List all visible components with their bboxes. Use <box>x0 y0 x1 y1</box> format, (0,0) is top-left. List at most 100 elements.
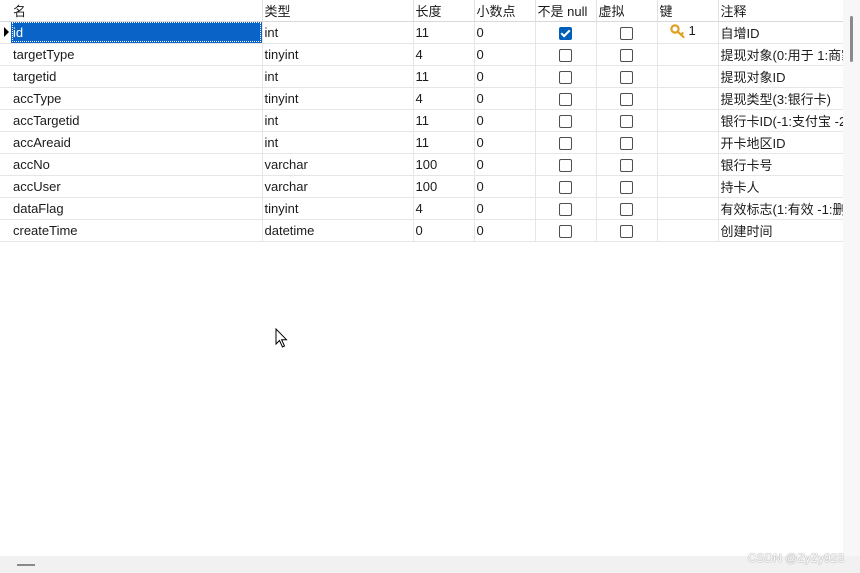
field-name-cell[interactable]: createTime <box>11 219 263 242</box>
field-decimals-cell[interactable]: 0 <box>474 219 536 242</box>
field-row[interactable]: accAreaid int 11 0 开卡地区ID <box>0 131 843 154</box>
row-indicator[interactable] <box>0 153 11 176</box>
field-decimals-cell[interactable]: 0 <box>474 197 536 220</box>
virtual-checkbox[interactable] <box>620 114 633 128</box>
field-length-cell[interactable]: 100 <box>413 175 475 198</box>
field-comment-cell[interactable]: 提现类型(3:银行卡) <box>718 87 843 110</box>
field-name-cell[interactable]: targetid <box>11 65 263 88</box>
field-type-cell[interactable]: varchar <box>262 153 414 176</box>
field-row[interactable]: targetid int 11 0 提现对象ID <box>0 65 843 88</box>
field-type-cell[interactable]: varchar <box>262 175 414 198</box>
field-name-cell[interactable]: id <box>11 21 263 44</box>
field-decimals-cell[interactable]: 0 <box>474 131 536 154</box>
field-name-cell[interactable]: dataFlag <box>11 197 263 220</box>
col-header-comment[interactable]: 注释 <box>718 0 843 22</box>
key-cell[interactable] <box>657 65 719 88</box>
not-null-cell[interactable] <box>535 131 597 154</box>
field-type-cell[interactable]: tinyint <box>262 87 414 110</box>
virtual-cell[interactable] <box>596 21 658 44</box>
field-comment-cell[interactable]: 持卡人 <box>718 175 843 198</box>
row-indicator[interactable] <box>0 65 11 88</box>
not-null-checkbox[interactable] <box>559 158 572 172</box>
field-comment-cell[interactable]: 创建时间 <box>718 219 843 242</box>
row-indicator[interactable] <box>0 219 11 242</box>
key-cell[interactable] <box>657 153 719 176</box>
field-row[interactable]: accType tinyint 4 0 提现类型(3:银行卡) <box>0 87 843 110</box>
field-name-cell[interactable]: targetType <box>11 43 263 66</box>
virtual-checkbox[interactable] <box>620 48 633 62</box>
virtual-checkbox[interactable] <box>620 224 633 238</box>
not-null-checkbox[interactable] <box>559 70 572 84</box>
not-null-checkbox[interactable] <box>559 224 572 238</box>
field-type-cell[interactable]: int <box>262 131 414 154</box>
virtual-cell[interactable] <box>596 87 658 110</box>
not-null-checkbox[interactable] <box>559 92 572 106</box>
key-cell[interactable]: 1 <box>657 21 719 44</box>
col-header-virtual[interactable]: 虚拟 <box>596 0 658 22</box>
col-header-not-null[interactable]: 不是 null <box>535 0 597 22</box>
col-header-type[interactable]: 类型 <box>262 0 414 22</box>
field-row[interactable]: createTime datetime 0 0 创建时间 <box>0 219 843 242</box>
field-decimals-cell[interactable]: 0 <box>474 175 536 198</box>
col-header-decimals[interactable]: 小数点 <box>474 0 536 22</box>
not-null-cell[interactable] <box>535 87 597 110</box>
key-cell[interactable] <box>657 87 719 110</box>
virtual-checkbox[interactable] <box>620 70 633 84</box>
field-comment-cell[interactable]: 银行卡号 <box>718 153 843 176</box>
row-indicator[interactable] <box>0 21 11 44</box>
field-row[interactable]: accNo varchar 100 0 银行卡号 <box>0 153 843 176</box>
field-decimals-cell[interactable]: 0 <box>474 87 536 110</box>
not-null-cell[interactable] <box>535 197 597 220</box>
field-type-cell[interactable]: tinyint <box>262 43 414 66</box>
field-row[interactable]: id int 11 0 1 自增ID <box>0 21 843 44</box>
vertical-scrollbar[interactable] <box>843 0 860 556</box>
field-length-cell[interactable]: 4 <box>413 87 475 110</box>
col-header-key[interactable]: 键 <box>657 0 719 22</box>
not-null-cell[interactable] <box>535 65 597 88</box>
virtual-cell[interactable] <box>596 175 658 198</box>
not-null-cell[interactable] <box>535 109 597 132</box>
field-type-cell[interactable]: datetime <box>262 219 414 242</box>
field-comment-cell[interactable]: 提现对象ID <box>718 65 843 88</box>
not-null-cell[interactable] <box>535 219 597 242</box>
virtual-checkbox[interactable] <box>620 180 633 194</box>
not-null-cell[interactable] <box>535 153 597 176</box>
field-length-cell[interactable]: 100 <box>413 153 475 176</box>
virtual-checkbox[interactable] <box>620 92 633 106</box>
field-length-cell[interactable]: 4 <box>413 43 475 66</box>
col-header-length[interactable]: 长度 <box>413 0 475 22</box>
field-decimals-cell[interactable]: 0 <box>474 109 536 132</box>
not-null-checkbox[interactable] <box>559 136 572 150</box>
virtual-checkbox[interactable] <box>620 158 633 172</box>
field-name-cell[interactable]: accAreaid <box>11 131 263 154</box>
row-indicator[interactable] <box>0 43 11 66</box>
field-name-cell[interactable]: accUser <box>11 175 263 198</box>
not-null-cell[interactable] <box>535 21 597 44</box>
field-comment-cell[interactable]: 提现对象(0:用于 1:商家 <box>718 43 843 66</box>
field-name-cell[interactable]: accNo <box>11 153 263 176</box>
field-type-cell[interactable]: tinyint <box>262 197 414 220</box>
row-indicator[interactable] <box>0 109 11 132</box>
field-comment-cell[interactable]: 自增ID <box>718 21 843 44</box>
vertical-scroll-thumb[interactable] <box>850 16 853 62</box>
not-null-cell[interactable] <box>535 175 597 198</box>
row-indicator[interactable] <box>0 131 11 154</box>
field-row[interactable]: accUser varchar 100 0 持卡人 <box>0 175 843 198</box>
not-null-checkbox[interactable] <box>559 114 572 128</box>
field-decimals-cell[interactable]: 0 <box>474 153 536 176</box>
row-indicator[interactable] <box>0 197 11 220</box>
horizontal-scrollbar[interactable] <box>0 556 860 573</box>
virtual-cell[interactable] <box>596 43 658 66</box>
field-type-cell[interactable]: int <box>262 109 414 132</box>
field-type-cell[interactable]: int <box>262 65 414 88</box>
virtual-cell[interactable] <box>596 219 658 242</box>
field-decimals-cell[interactable]: 0 <box>474 65 536 88</box>
field-name-cell[interactable]: accType <box>11 87 263 110</box>
key-cell[interactable] <box>657 109 719 132</box>
virtual-cell[interactable] <box>596 65 658 88</box>
not-null-cell[interactable] <box>535 43 597 66</box>
virtual-cell[interactable] <box>596 153 658 176</box>
field-length-cell[interactable]: 11 <box>413 65 475 88</box>
key-cell[interactable] <box>657 131 719 154</box>
field-name-cell[interactable]: accTargetid <box>11 109 263 132</box>
